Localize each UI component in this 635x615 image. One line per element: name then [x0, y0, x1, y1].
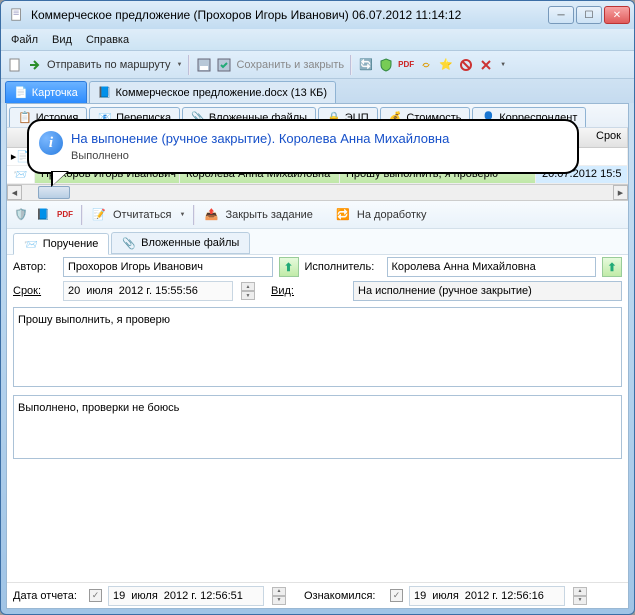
route-icon[interactable] [27, 57, 43, 73]
menu-help[interactable]: Справка [86, 34, 129, 46]
main-toolbar: Отправить по маршруту ▼ Сохранить и закр… [1, 51, 634, 79]
row-author-executor: Автор: Прохоров Игорь Иванович ⬆ Исполни… [7, 255, 628, 279]
tab-card[interactable]: 📄 Карточка [5, 81, 87, 103]
tab-card-label: Карточка [32, 87, 78, 99]
new-icon[interactable] [7, 57, 23, 73]
header-due[interactable]: Срок [574, 128, 628, 147]
delete-dropdown[interactable]: ▼ [500, 62, 506, 68]
tab-files[interactable]: 📎 Вложенные файлы [111, 232, 250, 254]
report-icon[interactable]: 📝 [91, 207, 107, 223]
report-date-label: Дата отчета: [13, 590, 83, 602]
executor-up-button[interactable]: ⬆ [602, 257, 622, 277]
shield-icon[interactable] [378, 57, 394, 73]
window-title: Коммерческое предложение (Прохоров Игорь… [29, 8, 548, 22]
star-icon[interactable]: ⭐ [438, 57, 454, 73]
report-button[interactable]: Отчитаться [113, 209, 172, 221]
tooltip-bubble: i На выпонение (ручное закрытие). Короле… [27, 119, 579, 174]
app-icon [9, 7, 25, 23]
save-close-icon[interactable] [216, 57, 232, 73]
author-input[interactable]: Прохоров Игорь Иванович [63, 257, 273, 277]
task-text[interactable]: Прошу выполнить, я проверю [13, 307, 622, 387]
close-task-icon[interactable]: 📤 [203, 207, 219, 223]
assignment-icon: 📨 [24, 238, 38, 251]
cancel-icon[interactable] [458, 57, 474, 73]
document-tabs: 📄 Карточка 📘 Коммерческое предложение.do… [1, 79, 634, 103]
scroll-right[interactable]: ▶ [613, 185, 628, 200]
save-close-button[interactable]: Сохранить и закрыть [236, 59, 344, 71]
seen-label: Ознакомился: [304, 590, 384, 602]
executor-label: Исполнитель: [305, 261, 381, 273]
maximize-button[interactable]: ☐ [576, 6, 602, 24]
task-toolbar: 🛡️ 📘 PDF 📝 Отчитаться ▼ 📤 Закрыть задани… [7, 201, 628, 229]
pdf-icon[interactable]: PDF [398, 57, 414, 73]
due-date-field[interactable]: 20 июля 2012 г. 15:55:56 [63, 281, 233, 301]
save-icon[interactable] [196, 57, 212, 73]
tb2-icon1[interactable]: 🛡️ [13, 207, 29, 223]
report-dropdown[interactable]: ▼ [180, 212, 186, 218]
menubar: Файл Вид Справка [1, 29, 634, 51]
tab-attachment[interactable]: 📘 Коммерческое предложение.docx (13 КБ) [89, 81, 336, 103]
menu-view[interactable]: Вид [52, 34, 72, 46]
files-icon: 📎 [122, 237, 136, 250]
seen-checkbox[interactable]: ✓ [390, 589, 403, 602]
close-task-button[interactable]: Закрыть задание [225, 209, 312, 221]
executor-input[interactable]: Королева Анна Михайловна [387, 257, 597, 277]
form-tabs: 📨 Поручение 📎 Вложенные файлы [7, 229, 628, 255]
bottom-row: Дата отчета: ✓ 19 июля 2012 г. 12:56:51 … [7, 582, 628, 608]
scroll-left[interactable]: ◀ [7, 185, 22, 200]
author-up-button[interactable]: ⬆ [279, 257, 299, 277]
bubble-status: Выполнено [71, 150, 563, 162]
seen-date-spinner[interactable]: ▲▼ [573, 587, 587, 605]
send-route-button[interactable]: Отправить по маршруту [47, 59, 171, 71]
close-button[interactable]: ✕ [604, 6, 630, 24]
row-due-kind: Срок: 20 июля 2012 г. 15:55:56 ▲▼ Вид: Н… [7, 279, 628, 303]
bubble-title: На выпонение (ручное закрытие). Королева… [71, 131, 563, 146]
kind-label: Вид: [271, 285, 347, 297]
send-route-dropdown[interactable]: ▼ [177, 62, 183, 68]
rework-icon[interactable]: 🔁 [335, 207, 351, 223]
tab-files-label: Вложенные файлы [141, 237, 239, 249]
tab-assignment[interactable]: 📨 Поручение [13, 233, 109, 255]
due-label: Срок: [13, 285, 57, 297]
app-window: Коммерческое предложение (Прохоров Игорь… [0, 0, 635, 615]
refresh-icon[interactable]: 🔄 [358, 57, 374, 73]
scroll-thumb[interactable] [38, 186, 70, 199]
report-date-checkbox[interactable]: ✓ [89, 589, 102, 602]
minimize-button[interactable]: ─ [548, 6, 574, 24]
info-icon: i [39, 131, 63, 155]
kind-input[interactable]: На исполнение (ручное закрытие) [353, 281, 622, 301]
tab-assignment-label: Поручение [43, 238, 99, 250]
tab-attachment-label: Коммерческое предложение.docx (13 КБ) [116, 87, 328, 99]
grid-scrollbar[interactable]: ◀ ▶ [7, 184, 628, 201]
content-area: 📋 История 📧 Переписка 📎 Вложенные файлы … [6, 103, 629, 609]
titlebar: Коммерческое предложение (Прохоров Игорь… [1, 1, 634, 29]
seen-date-field[interactable]: 19 июля 2012 г. 12:56:16 [409, 586, 565, 606]
rework-button[interactable]: На доработку [357, 209, 427, 221]
report-date-field[interactable]: 19 июля 2012 г. 12:56:51 [108, 586, 264, 606]
delete-icon[interactable] [478, 57, 494, 73]
word-icon: 📘 [98, 86, 112, 99]
card-icon: 📄 [14, 86, 28, 99]
report-date-spinner[interactable]: ▲▼ [272, 587, 286, 605]
due-spinner[interactable]: ▲▼ [241, 282, 255, 300]
menu-file[interactable]: Файл [11, 34, 38, 46]
response-text[interactable]: Выполнено, проверки не боюсь [13, 395, 622, 459]
link-icon[interactable] [418, 57, 434, 73]
tb2-pdf-icon[interactable]: PDF [57, 207, 73, 223]
author-label: Автор: [13, 261, 57, 273]
tb2-icon2[interactable]: 📘 [35, 207, 51, 223]
